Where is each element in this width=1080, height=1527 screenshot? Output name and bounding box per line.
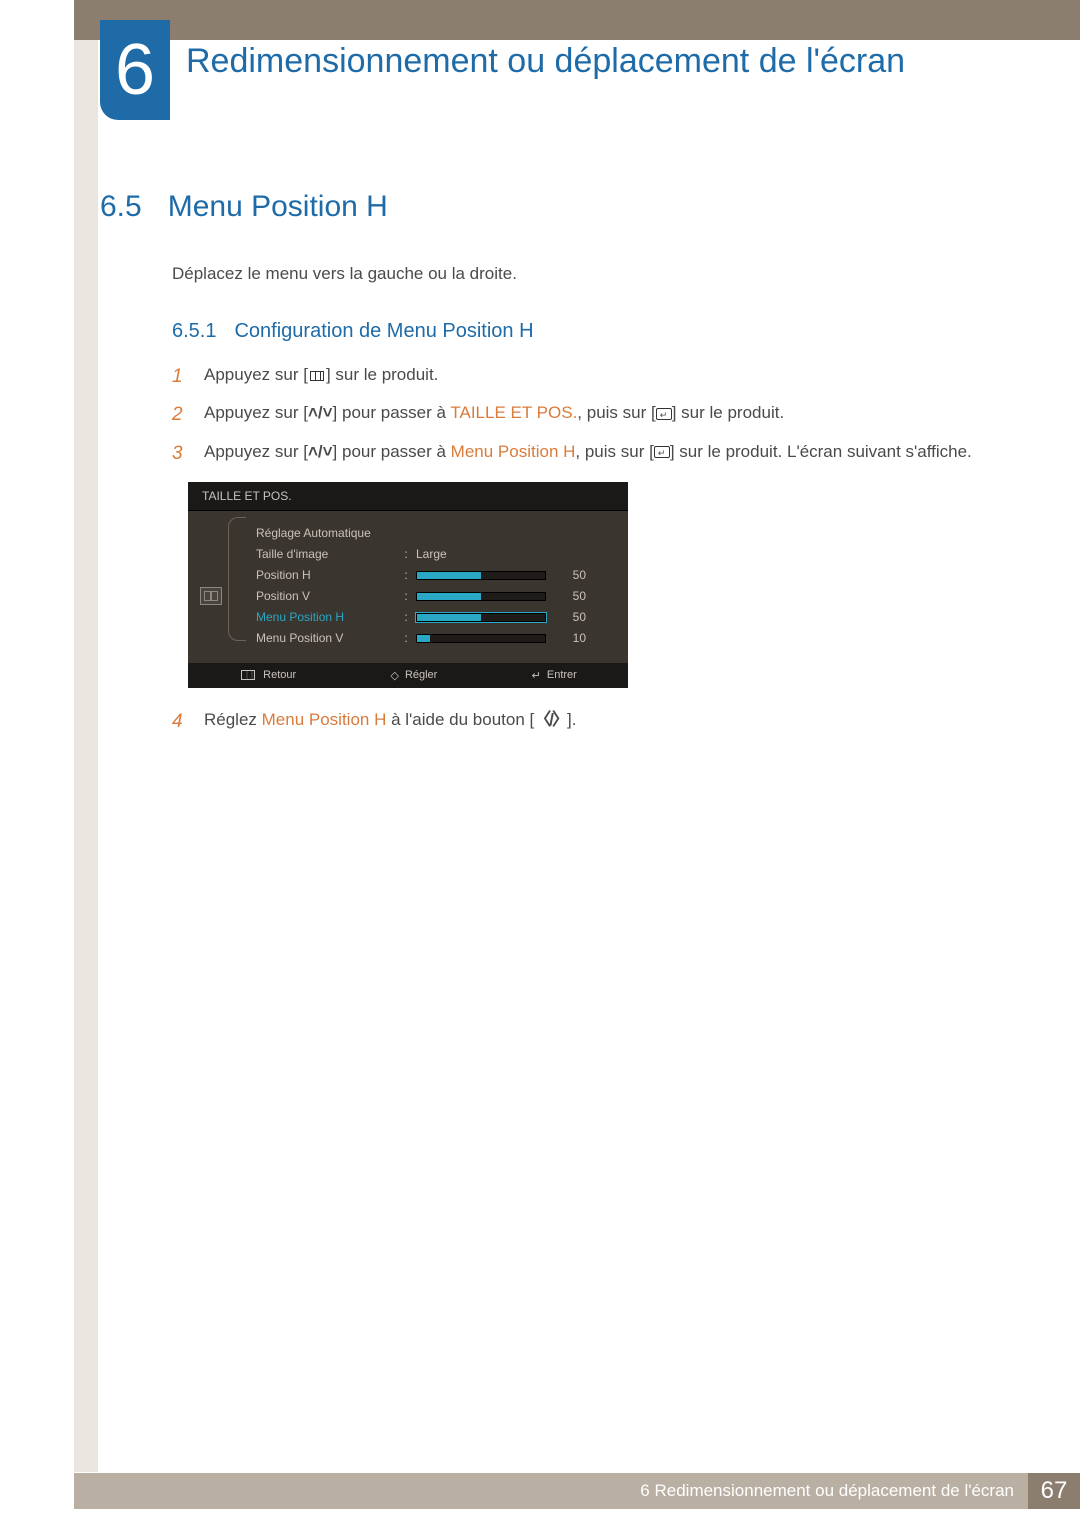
osd-body: Réglage Automatique Taille d'image : Lar… <box>188 511 628 663</box>
step-text: Appuyez sur [˄/˅] pour passer à TAILLE E… <box>204 399 784 431</box>
step-number: 3 <box>172 438 188 470</box>
section-number: 6.5 <box>100 190 142 224</box>
osd-row-menuv: Menu Position V : 10 <box>256 628 618 649</box>
osd-label: Taille d'image <box>256 547 396 561</box>
osd-slider <box>416 634 546 643</box>
osd-value: 50 <box>552 610 586 624</box>
footer-bar: 6 Redimensionnement ou déplacement de l'… <box>74 1473 1080 1509</box>
header-bar <box>74 0 1080 40</box>
subsection-title: Configuration de Menu Position H <box>234 320 533 343</box>
enter-icon <box>654 446 670 458</box>
adjust-icon: ◇ <box>390 669 398 682</box>
subsection-heading: 6.5.1 Configuration de Menu Position H <box>172 320 990 343</box>
osd-label: Position H <box>256 568 396 582</box>
step-text: Appuyez sur [] sur le produit. <box>204 361 438 393</box>
step-3: 3 Appuyez sur [˄/˅] pour passer à Menu P… <box>172 438 990 470</box>
footer-label: 6 Redimensionnement ou déplacement de l'… <box>640 1481 1028 1501</box>
menu-icon <box>308 371 326 381</box>
osd-row-auto: Réglage Automatique <box>256 523 618 544</box>
osd-value: 10 <box>552 631 586 645</box>
chapter-title: Redimensionnement ou déplacement de l'éc… <box>186 40 1020 83</box>
left-right-icon: 〈/〉 <box>534 706 567 735</box>
menu-icon <box>239 670 257 680</box>
osd-row-posv: Position V : 50 <box>256 586 618 607</box>
osd-screenshot: TAILLE ET POS. Réglage Automatique Taill… <box>188 482 628 688</box>
step-4: 4 Réglez Menu Position H à l'aide du bou… <box>172 706 990 738</box>
page-content: 6.5 Menu Position H Déplacez le menu ver… <box>100 190 990 744</box>
osd-bracket <box>228 517 246 641</box>
osd-label: Réglage Automatique <box>256 526 396 540</box>
chapter-number: 6 <box>115 34 155 106</box>
osd-footer-enter: ↵Entrer <box>532 669 577 682</box>
step-text: Appuyez sur [˄/˅] pour passer à Menu Pos… <box>204 438 972 470</box>
step-number: 4 <box>172 706 188 738</box>
highlight-text: Menu Position H <box>451 442 576 461</box>
highlight-text: TAILLE ET POS. <box>450 403 577 422</box>
osd-value: 50 <box>552 589 586 603</box>
osd-category-icon <box>200 587 222 605</box>
osd-row-posh: Position H : 50 <box>256 565 618 586</box>
up-down-icon: ˄/˅ <box>308 399 333 428</box>
osd-footer: Retour ◇Régler ↵Entrer <box>188 663 628 688</box>
enter-icon: ↵ <box>532 669 541 682</box>
steps-list-continued: 4 Réglez Menu Position H à l'aide du bou… <box>172 706 990 738</box>
page-number: 67 <box>1028 1473 1080 1509</box>
osd-value: Large <box>416 547 447 561</box>
up-down-icon: ˄/˅ <box>308 438 333 467</box>
enter-icon <box>656 408 672 420</box>
osd-footer-adjust: ◇Régler <box>390 669 437 682</box>
step-number: 1 <box>172 361 188 393</box>
step-text: Réglez Menu Position H à l'aide du bouto… <box>204 706 576 738</box>
intro-text: Déplacez le menu vers la gauche ou la dr… <box>172 264 990 284</box>
section-title: Menu Position H <box>168 190 388 224</box>
step-1: 1 Appuyez sur [] sur le produit. <box>172 361 990 393</box>
osd-slider <box>416 592 546 601</box>
osd-row-size: Taille d'image : Large <box>256 544 618 565</box>
osd-row-menuh: Menu Position H : 50 <box>256 607 618 628</box>
subsection-number: 6.5.1 <box>172 320 216 343</box>
chapter-badge: 6 <box>100 20 170 120</box>
osd-slider-selected <box>416 613 546 622</box>
osd-label: Position V <box>256 589 396 603</box>
osd-value: 50 <box>552 568 586 582</box>
osd-label-selected: Menu Position H <box>256 610 396 624</box>
left-margin-bar <box>74 40 98 1472</box>
osd-footer-back: Retour <box>239 669 296 682</box>
section-heading: 6.5 Menu Position H <box>100 190 990 224</box>
osd-label: Menu Position V <box>256 631 396 645</box>
osd-slider <box>416 571 546 580</box>
osd-title: TAILLE ET POS. <box>188 482 628 511</box>
steps-list: 1 Appuyez sur [] sur le produit. 2 Appuy… <box>172 361 990 470</box>
step-number: 2 <box>172 399 188 431</box>
step-2: 2 Appuyez sur [˄/˅] pour passer à TAILLE… <box>172 399 990 431</box>
highlight-text: Menu Position H <box>262 710 387 729</box>
